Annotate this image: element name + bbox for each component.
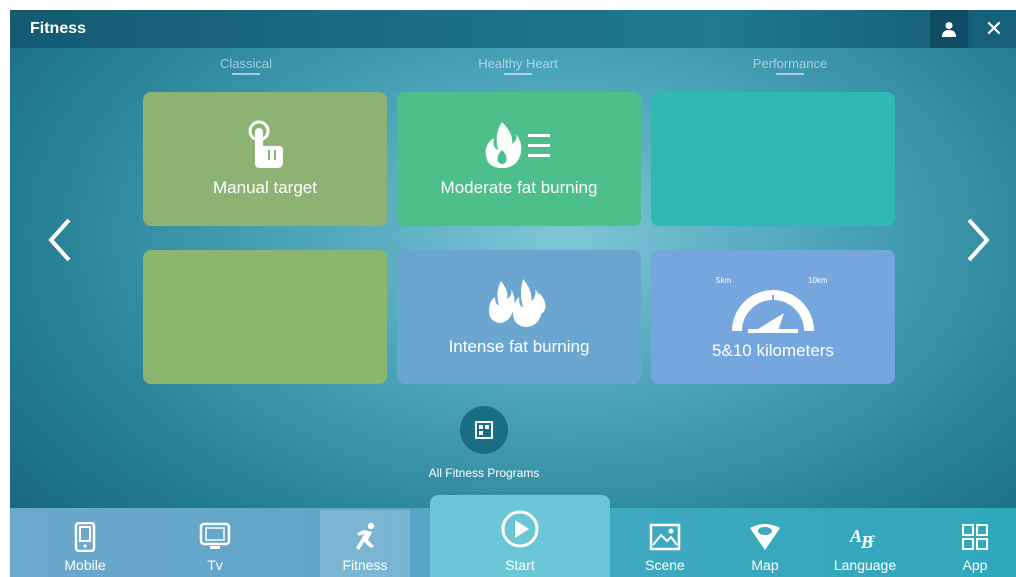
- nav-mobile[interactable]: Mobile: [40, 510, 130, 577]
- category-label: Healthy Heart: [478, 56, 558, 71]
- user-icon: [942, 22, 956, 37]
- map-pin-icon: [747, 520, 783, 554]
- nav-map[interactable]: Map: [720, 510, 810, 577]
- next-page-button[interactable]: [958, 215, 998, 265]
- speedometer-icon: 5km 10km: [716, 276, 828, 333]
- chevron-right-icon: [967, 218, 990, 262]
- nav-label: Language: [833, 557, 897, 573]
- tile-manual-target[interactable]: Manual target: [143, 92, 387, 226]
- gauge-label-10km: 10km: [808, 276, 828, 285]
- tv-icon: [199, 520, 231, 554]
- mobile-icon: [74, 520, 96, 554]
- category-healthy-heart[interactable]: Healthy Heart: [438, 56, 598, 75]
- previous-page-button[interactable]: [40, 215, 80, 265]
- tile-empty-2[interactable]: [143, 250, 387, 384]
- category-indicator: [232, 73, 260, 75]
- nav-label: App: [962, 557, 988, 573]
- nav-label: Start: [505, 557, 535, 573]
- category-performance[interactable]: Performance: [710, 56, 870, 75]
- gauge-label-5km: 5km: [716, 276, 731, 285]
- nav-app[interactable]: App: [935, 510, 1015, 577]
- nav-label: Scene: [645, 557, 685, 573]
- category-indicator: [776, 73, 804, 75]
- play-icon: [500, 509, 540, 549]
- nav-language[interactable]: ABc Language: [820, 510, 910, 577]
- top-bar: Fitness ✕: [10, 10, 1016, 48]
- chevron-left-icon: [48, 218, 71, 262]
- tile-empty-1[interactable]: [651, 92, 895, 226]
- programs-grid-icon: [475, 421, 493, 439]
- nav-fitness[interactable]: Fitness: [320, 510, 410, 577]
- category-indicator: [504, 73, 532, 75]
- all-fitness-programs-label: All Fitness Programs: [428, 466, 540, 480]
- page-title: Fitness: [30, 20, 87, 37]
- nav-scene[interactable]: Scene: [620, 510, 710, 577]
- tile-moderate-fat-burning[interactable]: Moderate fat burning: [397, 92, 641, 226]
- tile-label: Moderate fat burning: [440, 178, 598, 197]
- tile-label: 5&10 kilometers: [712, 341, 834, 360]
- category-label: Performance: [752, 56, 828, 71]
- apps-grid-icon: [961, 520, 989, 554]
- hand-pointer-icon: [248, 120, 283, 168]
- start-button[interactable]: Start: [430, 495, 610, 577]
- flames-icon: [489, 279, 546, 327]
- nav-label: Map: [751, 557, 779, 573]
- image-icon: [649, 520, 681, 554]
- nav-label: Fitness: [342, 557, 388, 573]
- all-fitness-programs-button[interactable]: [460, 406, 508, 454]
- runner-icon: [350, 520, 380, 554]
- tile-intense-fat-burning[interactable]: Intense fat burning: [397, 250, 641, 384]
- nav-label: Tv: [207, 557, 223, 573]
- user-button[interactable]: [930, 10, 968, 48]
- tile-label: Intense fat burning: [448, 337, 590, 356]
- tile-label: Manual target: [213, 178, 317, 197]
- category-label: Classical: [219, 56, 272, 71]
- fitness-screen: Fitness ✕ Classical Healthy Heart Perfor…: [10, 10, 1016, 577]
- close-icon: ✕: [984, 16, 1004, 41]
- nav-label: Mobile: [64, 557, 106, 573]
- tile-5-10-kilometers[interactable]: 5km 10km 5&10 kilometers: [651, 250, 895, 384]
- language-icon: ABc: [849, 520, 881, 554]
- category-classical[interactable]: Classical: [166, 56, 326, 75]
- close-button[interactable]: ✕: [972, 10, 1016, 48]
- svg-text:c: c: [869, 531, 876, 546]
- nav-tv[interactable]: Tv: [170, 510, 260, 577]
- fire-list-icon: [485, 122, 550, 168]
